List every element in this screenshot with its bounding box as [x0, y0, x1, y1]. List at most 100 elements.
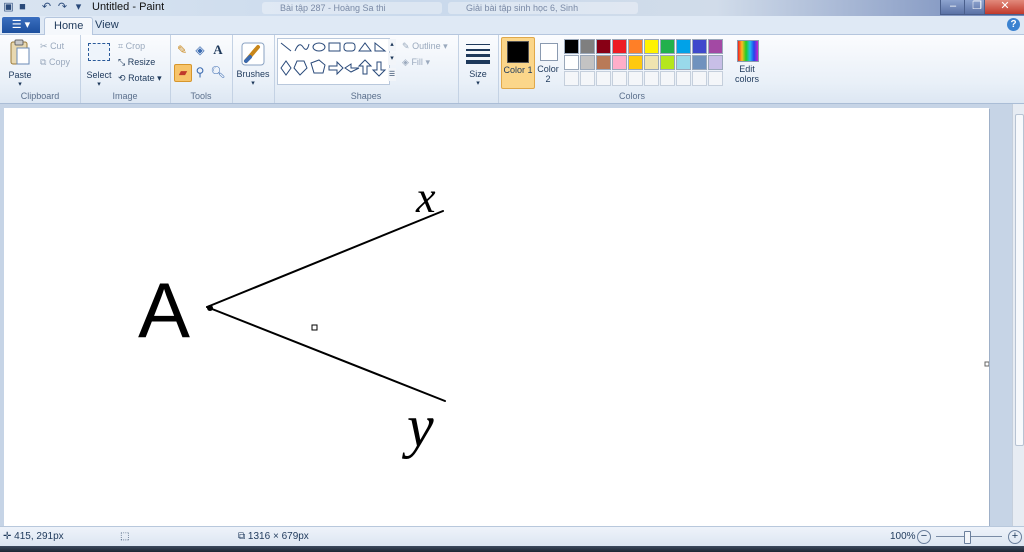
palette-swatch-empty[interactable]: [708, 71, 723, 86]
colors-group-label: Colors: [618, 91, 645, 101]
palette-swatch[interactable]: [708, 39, 723, 54]
shapes-scroll-up[interactable]: ▴: [388, 39, 396, 51]
resize-button[interactable]: ⤡ Resize: [118, 57, 155, 68]
palette-swatch-empty[interactable]: [644, 71, 659, 86]
palette-swatch-empty[interactable]: [692, 71, 707, 86]
copy-button[interactable]: ⧉ Copy: [40, 57, 70, 68]
minimize-button[interactable]: –: [940, 0, 966, 15]
window-title: Untitled - Paint: [92, 1, 165, 13]
select-button[interactable]: Select ▾: [82, 39, 116, 88]
color1-button[interactable]: Color 1: [501, 37, 535, 89]
eyedropper-icon: ⚲: [195, 65, 205, 79]
quick-access-dropdown-icon[interactable]: ▾: [72, 1, 85, 14]
ray-ax: [206, 210, 444, 308]
crop-icon: ⌗: [118, 41, 124, 52]
tab-view[interactable]: View: [86, 17, 128, 34]
fill-label: Fill: [411, 57, 423, 67]
paint-menu-button[interactable]: ☰ ▾: [2, 17, 40, 33]
help-icon[interactable]: ?: [1007, 18, 1020, 31]
palette-swatch-empty[interactable]: [564, 71, 579, 86]
clipboard-group-label: Clipboard: [20, 91, 60, 101]
eraser-cursor: [311, 324, 318, 331]
zoom-slider-thumb[interactable]: [964, 531, 971, 544]
palette-swatch[interactable]: [596, 55, 611, 70]
background-browser-tab-1[interactable]: Bài tập 287 - Hoàng Sa thi: [262, 2, 442, 14]
size-button[interactable]: Size ▾: [460, 39, 496, 97]
colors-group: Color 1 Color 2 Edit colors Colors: [498, 35, 766, 103]
background-browser-tab-2[interactable]: Giải bài tập sinh học 6, Sinh: [448, 2, 638, 14]
outline-button[interactable]: ✎ Outline ▾: [402, 41, 448, 52]
crop-button[interactable]: ⌗ Crop: [118, 41, 145, 52]
palette-swatch-empty[interactable]: [676, 71, 691, 86]
size-dropdown-icon[interactable]: ▾: [460, 79, 496, 87]
brushes-button[interactable]: Brushes ▾: [234, 39, 272, 97]
eraser-tool[interactable]: ▰: [174, 64, 192, 82]
palette-swatch[interactable]: [628, 55, 643, 70]
shapes-more[interactable]: ☰: [388, 68, 396, 81]
shapes-gallery[interactable]: [277, 38, 395, 86]
vertical-scrollbar[interactable]: [1012, 104, 1024, 526]
magnifier-tool[interactable]: 🔍︎: [210, 64, 226, 80]
zoom-level: 100%: [890, 531, 916, 542]
zoom-in-button[interactable]: +: [1008, 530, 1022, 544]
drawing-canvas[interactable]: A x y: [4, 108, 989, 526]
canvas-resize-handle-right[interactable]: [984, 361, 989, 367]
palette-swatch[interactable]: [676, 55, 691, 70]
palette-swatch-empty[interactable]: [628, 71, 643, 86]
palette-swatch[interactable]: [660, 39, 675, 54]
fill-button[interactable]: ◈ Fill ▾: [402, 57, 430, 68]
palette-swatch-empty[interactable]: [660, 71, 675, 86]
palette-swatch[interactable]: [580, 55, 595, 70]
palette-swatch[interactable]: [564, 39, 579, 54]
palette-swatch[interactable]: [676, 39, 691, 54]
save-icon[interactable]: ■: [16, 1, 29, 14]
cut-button[interactable]: ✂ Cut: [40, 41, 64, 52]
scissors-icon: ✂: [40, 41, 48, 52]
palette-swatch[interactable]: [612, 55, 627, 70]
select-label: Select: [86, 70, 112, 80]
pencil-tool[interactable]: ✎: [174, 42, 190, 58]
palette-swatch[interactable]: [692, 39, 707, 54]
close-button[interactable]: ✕: [984, 0, 1024, 15]
palette-swatch[interactable]: [644, 55, 659, 70]
outline-icon: ✎: [402, 41, 410, 52]
edit-colors-button[interactable]: Edit colors: [732, 37, 762, 87]
color-palette: [564, 39, 730, 87]
color-picker-tool[interactable]: ⚲: [192, 64, 208, 80]
palette-swatch[interactable]: [628, 39, 643, 54]
undo-icon[interactable]: ↶: [40, 1, 53, 14]
palette-swatch[interactable]: [692, 55, 707, 70]
palette-swatch[interactable]: [564, 55, 579, 70]
scrollbar-thumb[interactable]: [1015, 114, 1024, 446]
palette-swatch-empty[interactable]: [596, 71, 611, 86]
resize-label: Resize: [127, 57, 156, 67]
palette-swatch[interactable]: [580, 39, 595, 54]
text-tool[interactable]: A: [210, 42, 226, 58]
select-rectangle-icon: [88, 43, 110, 61]
palette-swatch[interactable]: [596, 39, 611, 54]
shapes-scroll-down[interactable]: ▾: [388, 53, 396, 65]
rotate-button[interactable]: ⟲ Rotate ▾: [118, 73, 162, 84]
paste-label: Paste: [8, 70, 32, 80]
palette-swatch-empty[interactable]: [612, 71, 627, 86]
paint-app-icon[interactable]: ▣: [2, 1, 15, 14]
palette-swatch[interactable]: [612, 39, 627, 54]
paste-button[interactable]: Paste ▾: [4, 39, 36, 88]
canvas-drawing: A x y: [138, 173, 989, 459]
zoom-out-button[interactable]: −: [917, 530, 931, 544]
palette-swatch[interactable]: [660, 55, 675, 70]
size-group: Size ▾: [458, 35, 499, 103]
color2-button[interactable]: Color 2: [536, 37, 560, 87]
fill-tool[interactable]: ◈: [192, 42, 208, 58]
paste-dropdown-icon[interactable]: ▾: [4, 80, 36, 88]
zoom-slider[interactable]: [936, 531, 1002, 544]
palette-swatch[interactable]: [644, 39, 659, 54]
redo-icon[interactable]: ↷: [56, 1, 69, 14]
palette-swatch[interactable]: [708, 55, 723, 70]
brushes-dropdown-icon[interactable]: ▾: [230, 79, 276, 87]
tools-group: ✎ ◈ A ▰ ⚲ 🔍︎ Tools: [170, 35, 233, 103]
tools-group-label: Tools: [190, 91, 212, 101]
palette-swatch-empty[interactable]: [580, 71, 595, 86]
select-dropdown-icon[interactable]: ▾: [82, 80, 116, 88]
fill-bucket-icon: ◈: [402, 57, 409, 68]
